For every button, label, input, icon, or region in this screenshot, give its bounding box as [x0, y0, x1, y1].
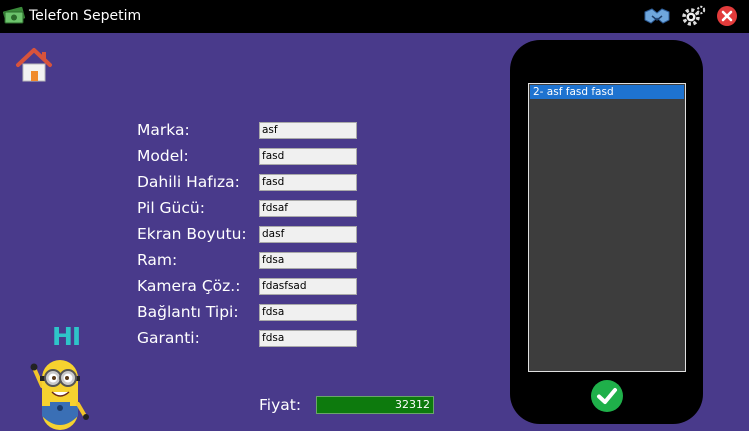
baglanti-tipi-field[interactable]: fdsa	[259, 304, 357, 321]
dahili-hafiza-field[interactable]: fasd	[259, 174, 357, 191]
kamera-coz-field[interactable]: fdasfsad	[259, 278, 357, 295]
label-kamera-coz: Kamera Çöz.:	[137, 277, 241, 295]
close-icon[interactable]	[715, 4, 741, 28]
ekran-boyutu-field[interactable]: dasf	[259, 226, 357, 243]
price-field[interactable]: 32312	[316, 396, 434, 414]
greeting-text: HI	[52, 322, 81, 351]
title-bar: Telefon Sepetim	[0, 0, 749, 33]
handshake-icon[interactable]	[644, 4, 670, 28]
window-title: Telefon Sepetim	[29, 8, 142, 24]
price-label: Fiyat:	[259, 396, 302, 414]
label-marka: Marka:	[137, 121, 190, 139]
confirm-check-icon[interactable]	[590, 379, 624, 413]
model-field[interactable]: fasd	[259, 148, 357, 165]
label-dahili-hafiza: Dahili Hafıza:	[137, 173, 240, 191]
ram-field[interactable]: fdsa	[259, 252, 357, 269]
list-item[interactable]: 2- asf fasd fasd	[530, 85, 684, 99]
gear-icon[interactable]	[680, 4, 706, 28]
minion-mascot-icon	[30, 360, 89, 430]
label-baglanti-tipi: Bağlantı Tipi:	[137, 303, 239, 321]
garanti-field[interactable]: fdsa	[259, 330, 357, 347]
pil-gucu-field[interactable]: fdsaf	[259, 200, 357, 217]
label-ram: Ram:	[137, 251, 178, 269]
label-pil-gucu: Pil Gücü:	[137, 199, 205, 217]
marka-field[interactable]: asf	[259, 122, 357, 139]
label-ekran-boyutu: Ekran Boyutu:	[137, 225, 247, 243]
label-garanti: Garanti:	[137, 329, 200, 347]
label-model: Model:	[137, 147, 189, 165]
home-icon[interactable]	[15, 47, 53, 83]
app-money-icon	[3, 6, 25, 24]
cart-list[interactable]: 2- asf fasd fasd	[528, 83, 686, 372]
